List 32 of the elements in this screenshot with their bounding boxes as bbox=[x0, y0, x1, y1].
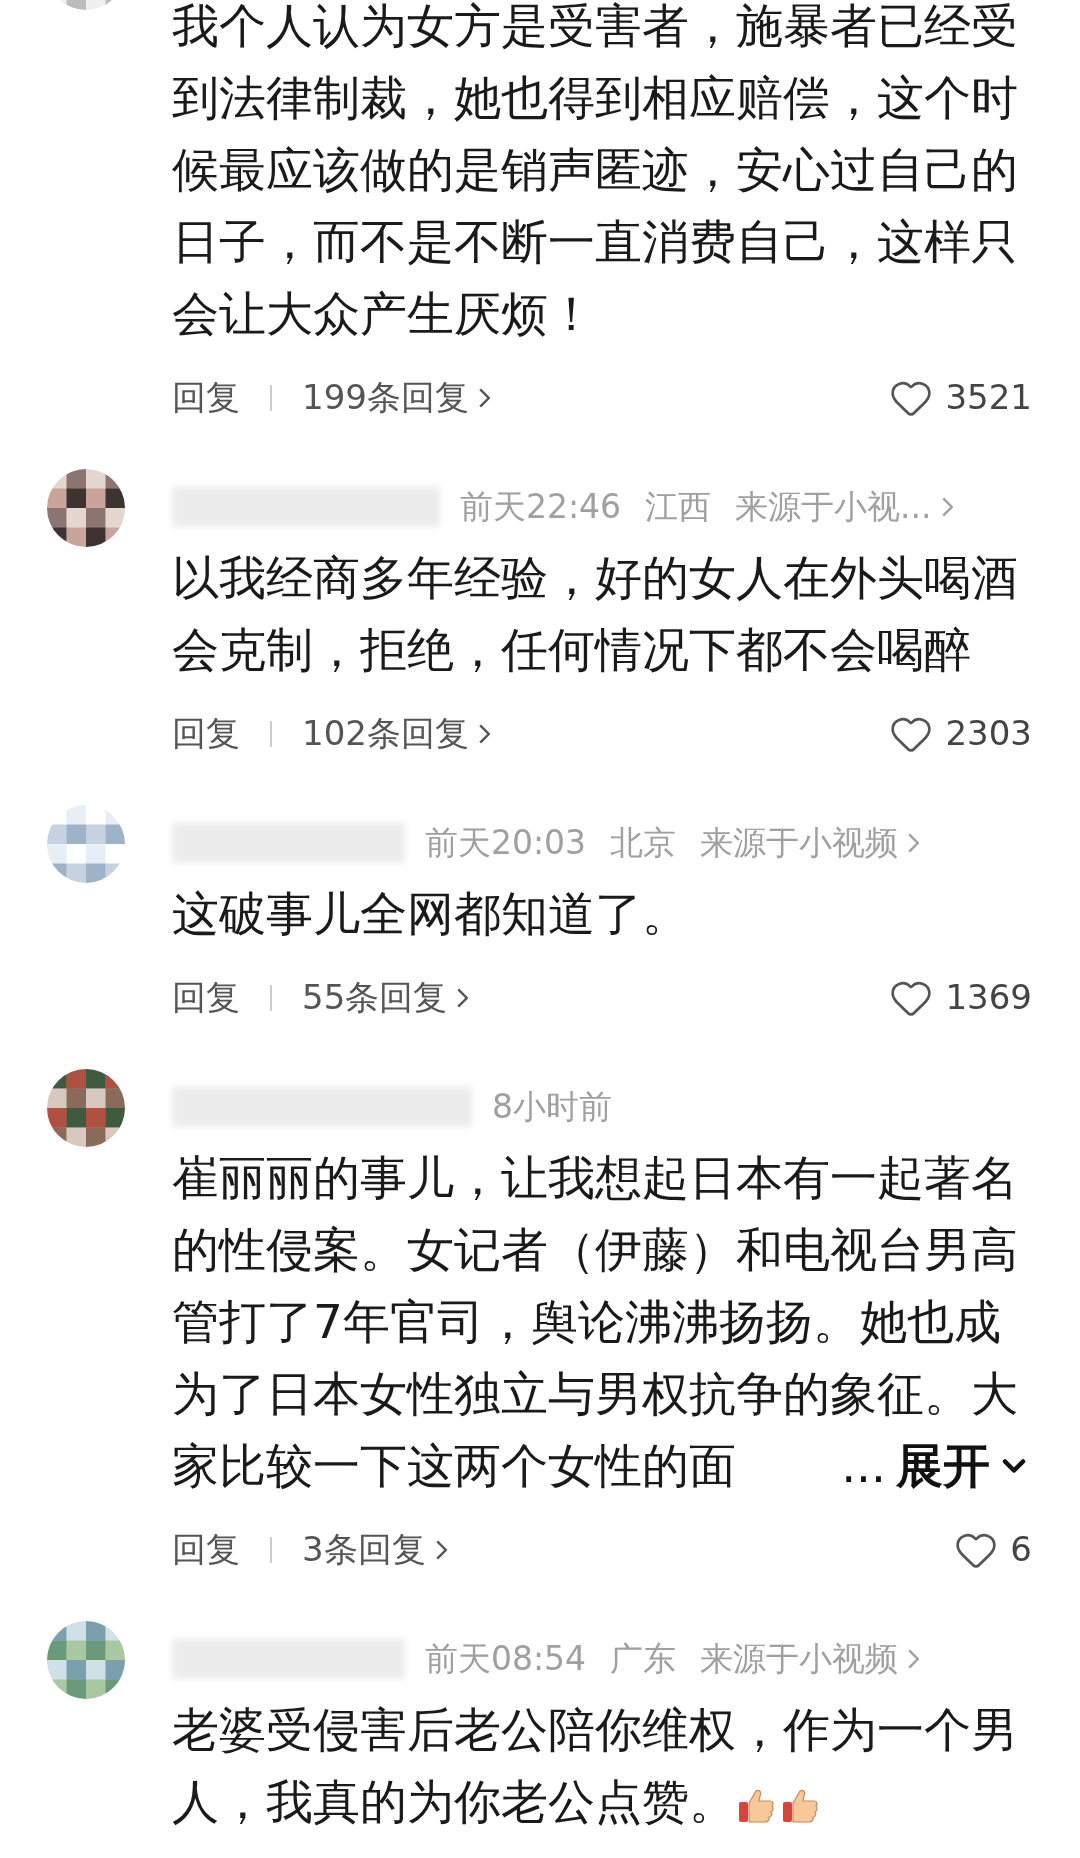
chevron-right-icon bbox=[478, 387, 490, 408]
comment-time: 前天20:03 bbox=[425, 821, 587, 864]
comment-time: 8小时前 bbox=[492, 1085, 612, 1128]
comment-text: 这破事儿全网都知道了。 bbox=[172, 885, 690, 943]
reply-button[interactable]: 回复 bbox=[172, 372, 240, 423]
comment-location: 广东 bbox=[610, 1637, 677, 1680]
like-button[interactable]: 6 bbox=[954, 1524, 1032, 1575]
like-button[interactable]: 3521 bbox=[889, 372, 1032, 423]
comment-time: 前天22:46 bbox=[460, 485, 622, 528]
replies-link[interactable]: 199条回复 bbox=[302, 372, 490, 423]
chevron-right-icon bbox=[908, 1648, 920, 1669]
comment-text: 我个人认为女方是受害者，施暴者已经受到法律制裁，她也得到相应赔偿，这个时候最应该做的是销声匿迹，安心过自己的日子，而不是不断一直消费自己，这样只会让大众产生厌烦！ bbox=[172, 0, 1019, 343]
like-button[interactable]: 2303 bbox=[889, 708, 1032, 759]
chevron-right-icon bbox=[941, 496, 953, 517]
comment-text: 以我经商多年经验，好的女人在外头喝酒会克制，拒绝，任何情况下都不会喝醉 bbox=[172, 549, 1019, 679]
chevron-right-icon bbox=[435, 1539, 447, 1560]
chevron-right-icon bbox=[457, 987, 469, 1008]
comment-text: 崔丽丽的事儿，让我想起日本有一起著名的性侵案。女记者（伊藤）和电视台男高管打了7年官司，舆论沸沸扬扬。她也成为了日本女性独立与男权抗争的象征。大家比较一下这两个女性的面 ... 展开 bbox=[172, 1142, 1032, 1502]
reply-button[interactable]: 回复 bbox=[172, 1524, 240, 1575]
expand-button[interactable]: ... 展开 bbox=[841, 1430, 1032, 1502]
comment-time: 前天08:54 bbox=[425, 1637, 587, 1680]
comment-location: 北京 bbox=[610, 821, 677, 864]
comment-location: 江西 bbox=[645, 485, 712, 528]
replies-link[interactable]: 55条回复 bbox=[302, 972, 469, 1023]
comment-text: 老婆受侵害后老公陪你维权，作为一个男人，我真的为你老公点赞。 bbox=[172, 1701, 1019, 1831]
replies-link[interactable]: 102条回复 bbox=[302, 708, 490, 759]
chevron-right-icon bbox=[908, 832, 920, 853]
reply-button[interactable]: 回复 bbox=[172, 972, 240, 1023]
replies-link[interactable]: 3条回复 bbox=[302, 1524, 447, 1575]
like-button[interactable]: 1369 bbox=[889, 972, 1032, 1023]
reply-button[interactable]: 回复 bbox=[172, 708, 240, 759]
chevron-right-icon bbox=[478, 723, 490, 744]
